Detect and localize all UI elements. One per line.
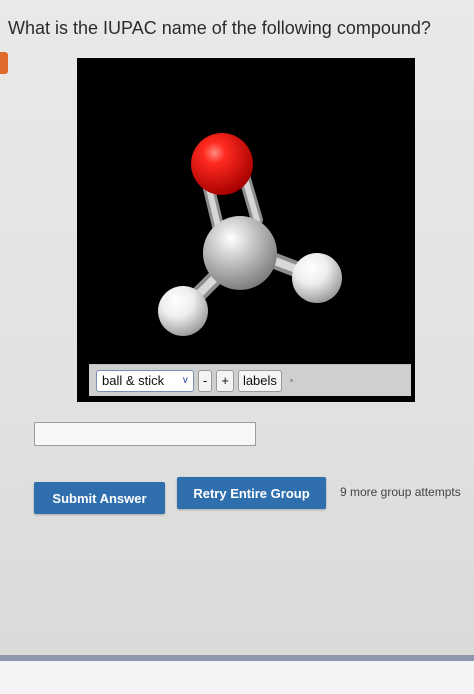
side-tab-marker[interactable] [0,52,8,74]
labels-button[interactable]: labels [237,369,282,392]
question-text: What is the IUPAC name of the following … [8,18,431,38]
molecule-viewer[interactable] [77,58,415,402]
display-mode-select[interactable]: ball & stick ∨ [96,369,194,392]
zoom-out-button[interactable]: - [198,369,213,392]
attempts-remaining-text: 9 more group attempts [340,485,461,499]
hydrogen-atom-right [292,253,342,303]
hydrogen-atom-left [158,286,208,336]
display-mode-value: ball & stick [102,373,165,388]
bottom-band [0,661,474,694]
retry-entire-group-button[interactable]: Retry Entire Group [177,477,326,509]
answer-input[interactable] [34,422,256,446]
viewer-toolbar: ball & stick ∨ - + labels [89,364,411,396]
toolbar-dot [289,379,293,382]
chevron-down-icon: ∨ [181,375,189,386]
submit-answer-button[interactable]: Submit Answer [34,482,165,514]
carbon-atom [203,216,277,290]
zoom-in-button[interactable]: + [216,369,234,392]
molecule-3d-model[interactable] [77,58,415,402]
oxygen-atom [191,133,253,195]
